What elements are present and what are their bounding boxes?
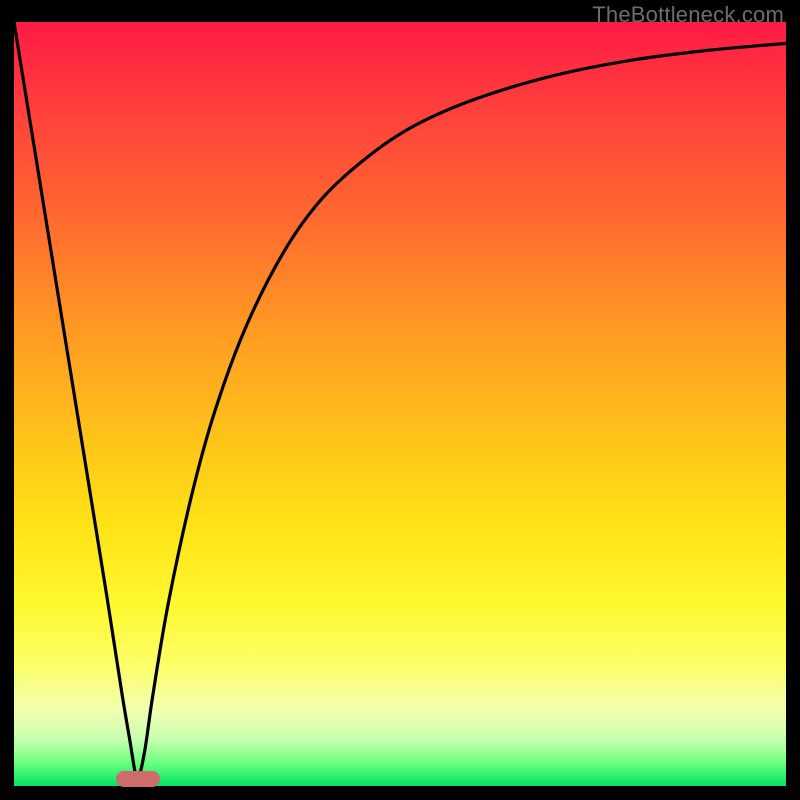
bottleneck-curve — [14, 22, 786, 786]
optimal-marker — [116, 771, 160, 787]
chart-frame: TheBottleneck.com — [0, 0, 800, 800]
curve-path — [14, 22, 786, 781]
plot-area — [14, 22, 786, 786]
